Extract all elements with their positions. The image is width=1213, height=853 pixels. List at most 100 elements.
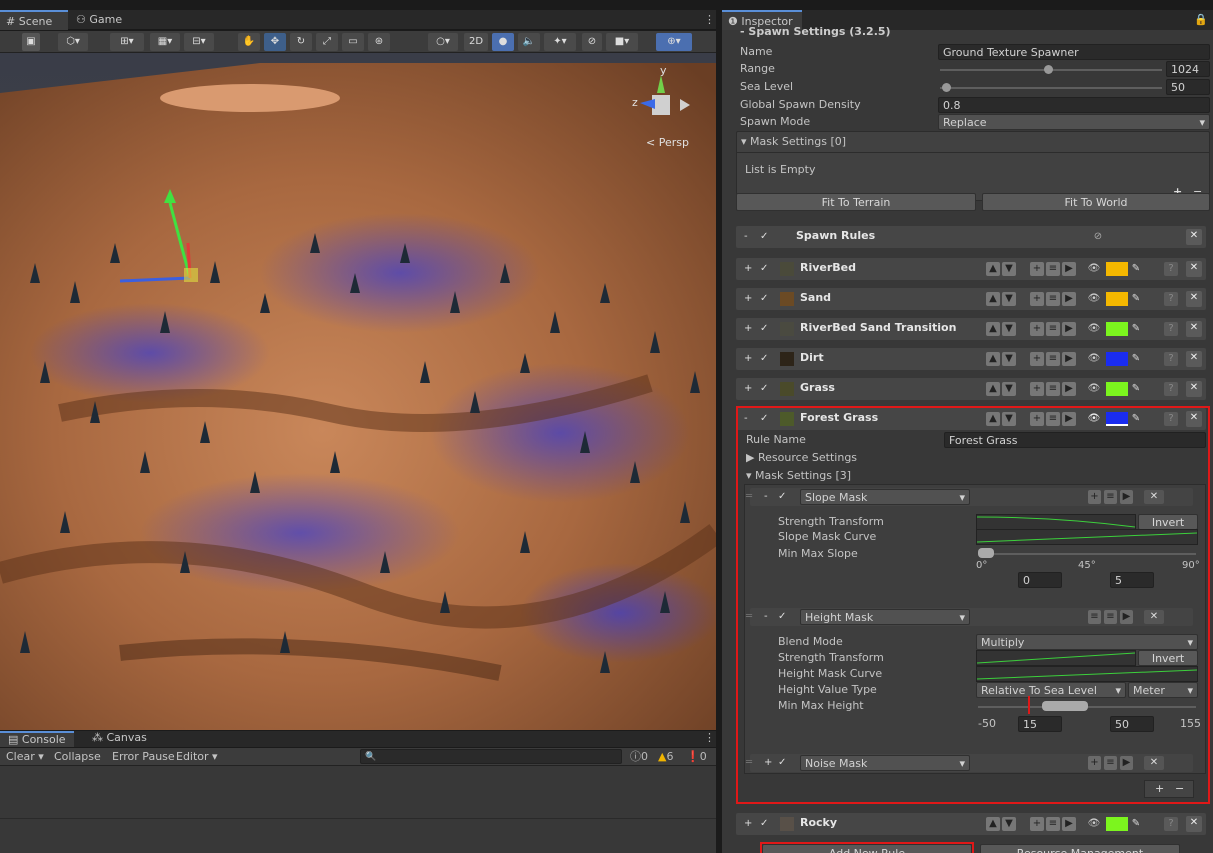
tab-canvas[interactable]: ⁂ Canvas: [86, 731, 153, 747]
shading-mode-icon[interactable]: ▣: [22, 33, 40, 51]
rule-header-riverbed[interactable]: + ✓ RiverBed ▲ ▼ + ≡ ▶ 👁 ✎? ✕: [736, 258, 1206, 280]
lighting-icon[interactable]: ●: [492, 33, 514, 51]
console-search-input[interactable]: 🔍: [360, 749, 622, 764]
rule-header-rocky[interactable]: + ✓ Rocky ▲ ▼ + ≡ ▶ 👁 ✎ ? ✕: [736, 813, 1206, 835]
spawn-mode-dropdown[interactable]: Replace ▾: [938, 114, 1210, 130]
collapse-icon[interactable]: -: [744, 230, 748, 244]
range-slider-knob[interactable]: [1044, 65, 1053, 74]
spawn-settings-header[interactable]: - Spawn Settings (3.2.5): [740, 24, 891, 40]
mask-settings-foldout[interactable]: ▾ Mask Settings [0]: [741, 134, 846, 150]
rule-header-grass[interactable]: + ✓ Grass ▲ ▼ + ≡ ▶ 👁 ✎? ✕: [736, 378, 1206, 400]
expand-icon[interactable]: +: [744, 352, 752, 366]
move-down-icon[interactable]: ▼: [1002, 817, 1016, 831]
add-icon[interactable]: +: [1030, 817, 1044, 831]
check-icon[interactable]: ✓: [760, 262, 768, 276]
projection-label[interactable]: < Persp: [646, 135, 689, 151]
audio-icon[interactable]: 🔈: [518, 33, 540, 51]
play-icon[interactable]: ▶: [1062, 292, 1076, 306]
rotate-tool-icon[interactable]: ↻: [290, 33, 312, 51]
move-up-icon[interactable]: ▲: [986, 292, 1000, 306]
spawn-rules-header[interactable]: - ✓ Spawn Rules ⊘ ✕: [736, 226, 1206, 248]
visibility-icon[interactable]: 👁: [1086, 262, 1102, 276]
range-field[interactable]: 1024: [1166, 61, 1210, 77]
expand-icon[interactable]: +: [744, 262, 752, 276]
color-swatch[interactable]: [1106, 262, 1128, 276]
add-icon[interactable]: +: [1030, 352, 1044, 366]
list-icon[interactable]: ≡: [1046, 817, 1060, 831]
scene-viewport[interactable]: y z < Persp: [0, 53, 716, 730]
help-icon[interactable]: ?: [1164, 817, 1178, 831]
rect-tool-icon[interactable]: ▭: [342, 33, 364, 51]
visibility-off-icon[interactable]: ⊘: [1090, 230, 1106, 244]
color-swatch[interactable]: [1106, 382, 1128, 396]
list-icon[interactable]: ≡: [1046, 292, 1060, 306]
render-mode-icon[interactable]: ⬡▾: [58, 33, 88, 51]
move-up-icon[interactable]: ▲: [986, 322, 1000, 336]
increment-snap-icon[interactable]: ⊟▾: [184, 33, 214, 51]
close-icon[interactable]: ✕: [1186, 291, 1202, 307]
info-count[interactable]: ⓘ0: [630, 749, 648, 765]
help-icon[interactable]: ?: [1164, 382, 1178, 396]
move-down-icon[interactable]: ▼: [1002, 292, 1016, 306]
expand-icon[interactable]: +: [744, 322, 752, 336]
move-down-icon[interactable]: ▼: [1002, 352, 1016, 366]
editor-dropdown[interactable]: Editor ▾: [176, 749, 218, 765]
list-icon[interactable]: ≡: [1046, 352, 1060, 366]
lock-icon[interactable]: 🔒: [1188, 10, 1213, 30]
clear-button[interactable]: Clear ▾: [6, 749, 44, 765]
tab-game[interactable]: ⚇ Game: [70, 10, 130, 30]
play-icon[interactable]: ▶: [1062, 382, 1076, 396]
check-icon[interactable]: ✓: [760, 352, 768, 366]
console-log-area[interactable]: [0, 766, 716, 853]
check-icon[interactable]: ✓: [760, 817, 768, 831]
eyedropper-icon[interactable]: ✎: [1130, 292, 1142, 306]
move-up-icon[interactable]: ▲: [986, 382, 1000, 396]
collapse-button[interactable]: Collapse: [54, 749, 101, 765]
error-count[interactable]: ❗0: [686, 749, 707, 765]
rule-header-dirt[interactable]: + ✓ Dirt ▲ ▼ + ≡ ▶ 👁 ✎? ✕: [736, 348, 1206, 370]
move-down-icon[interactable]: ▼: [1002, 382, 1016, 396]
hand-tool-icon[interactable]: ✋: [238, 33, 260, 51]
list-icon[interactable]: ≡: [1046, 262, 1060, 276]
move-up-icon[interactable]: ▲: [986, 262, 1000, 276]
play-icon[interactable]: ▶: [1062, 322, 1076, 336]
eyedropper-icon[interactable]: ✎: [1130, 352, 1142, 366]
close-icon[interactable]: ✕: [1186, 261, 1202, 277]
color-swatch[interactable]: [1106, 322, 1128, 336]
color-swatch[interactable]: [1106, 817, 1128, 831]
eyedropper-icon[interactable]: ✎: [1130, 322, 1142, 336]
play-icon[interactable]: ▶: [1062, 817, 1076, 831]
name-field[interactable]: Ground Texture Spawner: [938, 44, 1210, 60]
sea-level-field[interactable]: 50: [1166, 79, 1210, 95]
help-icon[interactable]: ?: [1164, 322, 1178, 336]
gizmos-icon[interactable]: ⊕▾: [656, 33, 692, 51]
visibility-icon[interactable]: 👁: [1086, 352, 1102, 366]
resource-management-button[interactable]: Resource Management: [980, 844, 1180, 853]
move-up-icon[interactable]: ▲: [986, 352, 1000, 366]
error-pause-button[interactable]: Error Pause: [112, 749, 175, 765]
list-icon[interactable]: ≡: [1046, 382, 1060, 396]
density-field[interactable]: 0.8: [938, 97, 1210, 113]
eyedropper-icon[interactable]: ✎: [1130, 382, 1142, 396]
tab-console[interactable]: ▤ Console: [0, 731, 74, 747]
move-down-icon[interactable]: ▼: [1002, 262, 1016, 276]
view-2d-button[interactable]: 2D: [464, 33, 488, 51]
warning-count[interactable]: ▲6: [658, 749, 673, 765]
tab-scene[interactable]: # Scene: [0, 10, 68, 30]
add-icon[interactable]: +: [1030, 322, 1044, 336]
grid-icon[interactable]: ▦▾: [150, 33, 180, 51]
scale-tool-icon[interactable]: ⤢: [316, 33, 338, 51]
add-icon[interactable]: +: [1030, 292, 1044, 306]
close-icon[interactable]: ✕: [1186, 321, 1202, 337]
help-icon[interactable]: ?: [1164, 292, 1178, 306]
add-icon[interactable]: +: [1030, 382, 1044, 396]
expand-icon[interactable]: +: [744, 382, 752, 396]
rule-header-sand[interactable]: + ✓ Sand ▲ ▼ + ≡ ▶ 👁 ✎? ✕: [736, 288, 1206, 310]
draw-mode-icon[interactable]: ○▾: [428, 33, 458, 51]
help-icon[interactable]: ?: [1164, 352, 1178, 366]
close-icon[interactable]: ✕: [1186, 816, 1202, 832]
check-icon[interactable]: ✓: [760, 382, 768, 396]
console-more-icon[interactable]: ⋮: [698, 731, 721, 747]
camera-icon[interactable]: ■▾: [606, 33, 638, 51]
help-icon[interactable]: ?: [1164, 262, 1178, 276]
